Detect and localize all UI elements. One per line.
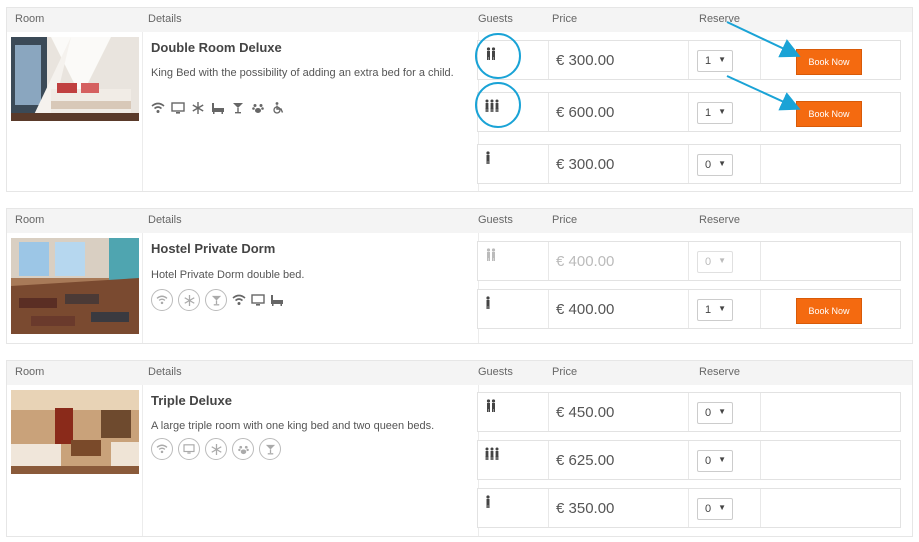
select-caret-icon: ▼ <box>718 407 726 416</box>
header-reserve: Reserve <box>699 214 740 226</box>
room-description: King Bed with the possibility of adding … <box>151 67 454 79</box>
room-name[interactable]: Triple Deluxe <box>151 393 232 408</box>
header-guests: Guests <box>478 214 513 226</box>
room-qty-select[interactable]: 0 ▼ <box>697 154 733 176</box>
amenities-list <box>151 438 281 460</box>
wheelchair-icon <box>271 101 285 115</box>
guests-3-icon <box>484 447 500 466</box>
header-guests: Guests <box>478 366 513 378</box>
room-qty-select[interactable]: 1 ▼ <box>697 50 733 72</box>
snowflake-circle-icon <box>178 289 200 311</box>
select-caret-icon: ▼ <box>718 455 726 464</box>
room-qty-select[interactable]: 0 ▼ <box>697 251 733 273</box>
header-price: Price <box>552 366 578 378</box>
book-now-button[interactable]: Book Now <box>796 298 862 324</box>
select-caret-icon: ▼ <box>718 107 726 116</box>
snowflake-icon <box>191 101 205 115</box>
select-caret-icon: ▼ <box>718 256 726 265</box>
amenities-list <box>151 289 284 311</box>
room-description: Hotel Private Dorm double bed. <box>151 269 305 281</box>
room-table-header: Room Details Guests Price Reserve <box>7 8 912 32</box>
room-table-header: Room Details Guests Price Reserve <box>7 209 912 233</box>
guests-1-icon <box>484 495 492 514</box>
guests-2-icon <box>484 248 498 267</box>
rate-option-3-guests: € 625.00 0 ▼ <box>477 440 901 480</box>
select-caret-icon: ▼ <box>718 159 726 168</box>
pet-paw-icon <box>251 101 265 115</box>
room-table-header: Room Details Guests Price Reserve <box>7 361 912 385</box>
rate-price: € 300.00 <box>556 156 615 173</box>
room-qty-select[interactable]: 1 ▼ <box>697 102 733 124</box>
cocktail-circle-icon <box>259 438 281 460</box>
rate-price: € 625.00 <box>556 452 615 469</box>
rate-price: € 600.00 <box>556 104 615 121</box>
room-qty-select[interactable]: 0 ▼ <box>697 498 733 520</box>
header-reserve: Reserve <box>699 13 740 25</box>
rate-price: € 450.00 <box>556 404 615 421</box>
header-reserve: Reserve <box>699 366 740 378</box>
header-price: Price <box>552 214 578 226</box>
header-guests: Guests <box>478 13 513 25</box>
tv-icon <box>251 293 265 307</box>
book-now-button[interactable]: Book Now <box>796 49 862 75</box>
highlight-circle <box>475 33 521 79</box>
pet-paw-circle-icon <box>232 438 254 460</box>
rate-option-3-guests: € 600.00 1 ▼ Book Now <box>477 92 901 132</box>
rate-option-2-guests-disabled: € 400.00 0 ▼ <box>477 241 901 281</box>
room-name[interactable]: Double Room Deluxe <box>151 40 282 55</box>
room-qty-select[interactable]: 1 ▼ <box>697 299 733 321</box>
rate-price: € 400.00 <box>556 301 615 318</box>
rate-option-1-guest: € 400.00 1 ▼ Book Now <box>477 289 901 329</box>
wifi-circle-icon <box>151 289 173 311</box>
room-qty-select[interactable]: 0 ▼ <box>697 450 733 472</box>
rate-option-2-guests: € 450.00 0 ▼ <box>477 392 901 432</box>
highlight-circle <box>475 82 521 128</box>
tv-circle-icon <box>178 438 200 460</box>
rate-option-1-guest: € 300.00 0 ▼ <box>477 144 901 184</box>
rate-option-2-guests: € 300.00 1 ▼ Book Now <box>477 40 901 80</box>
header-details: Details <box>148 214 182 226</box>
rate-price: € 350.00 <box>556 500 615 517</box>
select-caret-icon: ▼ <box>718 503 726 512</box>
header-room: Room <box>15 366 45 378</box>
room-name[interactable]: Hostel Private Dorm <box>151 241 275 256</box>
rate-price: € 400.00 <box>556 253 615 270</box>
tv-icon <box>171 101 185 115</box>
bathtub-icon <box>270 293 284 307</box>
rate-option-1-guest: € 350.00 0 ▼ <box>477 488 901 528</box>
guests-1-icon <box>484 151 492 170</box>
rate-price: € 300.00 <box>556 52 615 69</box>
header-details: Details <box>148 13 182 25</box>
wifi-icon <box>151 101 165 115</box>
amenities-list <box>151 101 285 115</box>
wifi-circle-icon <box>151 438 173 460</box>
book-now-button[interactable]: Book Now <box>796 101 862 127</box>
room-description: A large triple room with one king bed an… <box>151 420 435 432</box>
header-room: Room <box>15 13 45 25</box>
snowflake-circle-icon <box>205 438 227 460</box>
wifi-icon <box>232 293 246 307</box>
guests-2-icon <box>484 399 498 418</box>
bathtub-icon <box>211 101 225 115</box>
header-room: Room <box>15 214 45 226</box>
room-photo[interactable] <box>11 37 139 121</box>
cocktail-icon <box>231 101 245 115</box>
room-photo[interactable] <box>11 238 139 334</box>
room-photo[interactable] <box>11 390 139 474</box>
room-qty-select[interactable]: 0 ▼ <box>697 402 733 424</box>
header-price: Price <box>552 13 578 25</box>
cocktail-circle-icon <box>205 289 227 311</box>
select-caret-icon: ▼ <box>718 55 726 64</box>
guests-1-icon <box>484 296 492 315</box>
header-details: Details <box>148 366 182 378</box>
select-caret-icon: ▼ <box>718 304 726 313</box>
